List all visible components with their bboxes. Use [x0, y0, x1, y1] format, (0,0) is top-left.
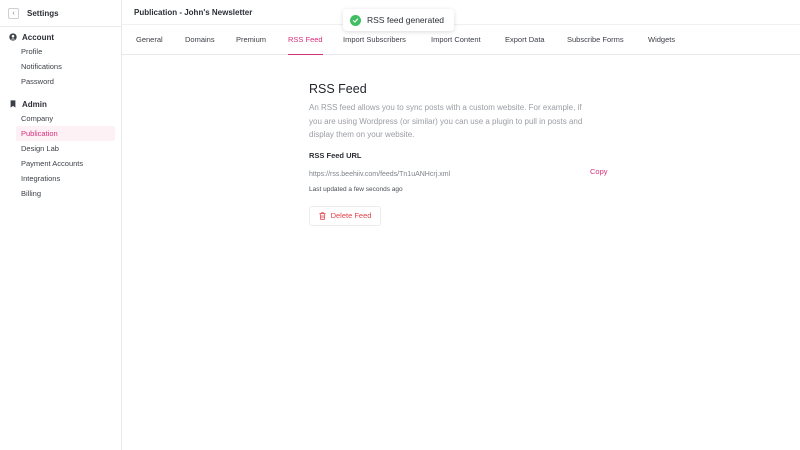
- tab-domains[interactable]: Domains: [185, 25, 215, 55]
- sidebar-section-account: Account: [0, 30, 121, 44]
- tab-premium[interactable]: Premium: [236, 25, 266, 55]
- sidebar-item-notifications[interactable]: Notifications: [16, 59, 115, 74]
- tab-export-data[interactable]: Export Data: [505, 25, 545, 55]
- check-circle-icon: [350, 14, 361, 26]
- tab-bar: General Domains Premium RSS Feed Import …: [122, 25, 800, 55]
- tab-general[interactable]: General: [136, 25, 163, 55]
- rss-url-value[interactable]: https://rss.beehiiv.com/feeds/Tn1uANHcrj…: [309, 171, 450, 178]
- section-description: An RSS feed allows you to sync posts wit…: [309, 103, 583, 139]
- sidebar-section-admin: Admin: [0, 97, 121, 111]
- delete-feed-button[interactable]: Delete Feed: [309, 205, 381, 226]
- delete-feed-label: Delete Feed: [330, 211, 372, 220]
- top-bar: Publication - John's Newsletter: [122, 0, 800, 25]
- page-title: Publication - John's Newsletter: [134, 8, 253, 17]
- sidebar-title: Settings: [27, 8, 59, 18]
- trash-icon: [319, 211, 326, 220]
- sidebar-item-password[interactable]: Password: [16, 74, 115, 89]
- sidebar-item-company[interactable]: Company: [16, 111, 115, 126]
- sidebar-item-profile[interactable]: Profile: [16, 44, 115, 59]
- toast-notification: RSS feed generated: [343, 9, 455, 31]
- tab-subscribe-forms[interactable]: Subscribe Forms: [567, 25, 624, 55]
- rss-url-label: RSS Feed URL: [309, 150, 362, 160]
- section-label: Account: [22, 32, 54, 42]
- collapse-sidebar-button[interactable]: ‹: [8, 7, 19, 19]
- user-circle-icon: [9, 33, 17, 41]
- sidebar-item-design-lab[interactable]: Design Lab: [16, 141, 115, 156]
- tab-widgets[interactable]: Widgets: [648, 25, 675, 55]
- sidebar-item-integrations[interactable]: Integrations: [16, 171, 115, 186]
- section-label: Admin: [22, 99, 47, 109]
- tab-rss-feed[interactable]: RSS Feed: [288, 25, 323, 55]
- chevron-left-icon: ‹: [12, 9, 15, 17]
- sidebar-item-payment-accounts[interactable]: Payment Accounts: [16, 156, 115, 171]
- last-updated-text: Last updated a few seconds ago: [309, 185, 403, 193]
- copy-button[interactable]: Copy: [590, 167, 608, 176]
- sidebar-header: ‹ Settings: [0, 0, 121, 27]
- sidebar-item-publication[interactable]: Publication: [16, 126, 115, 141]
- toast-message: RSS feed generated: [367, 15, 445, 25]
- sidebar-item-billing[interactable]: Billing: [16, 186, 115, 201]
- rss-url-row: https://rss.beehiiv.com/feeds/Tn1uANHcrj…: [309, 163, 609, 178]
- rss-feed-panel: RSS Feed An RSS feed allows you to sync …: [309, 82, 609, 226]
- section-title: RSS Feed: [309, 82, 367, 96]
- bookmark-icon: [10, 100, 16, 108]
- sidebar: ‹ Settings Account Profile Notifications…: [0, 0, 122, 450]
